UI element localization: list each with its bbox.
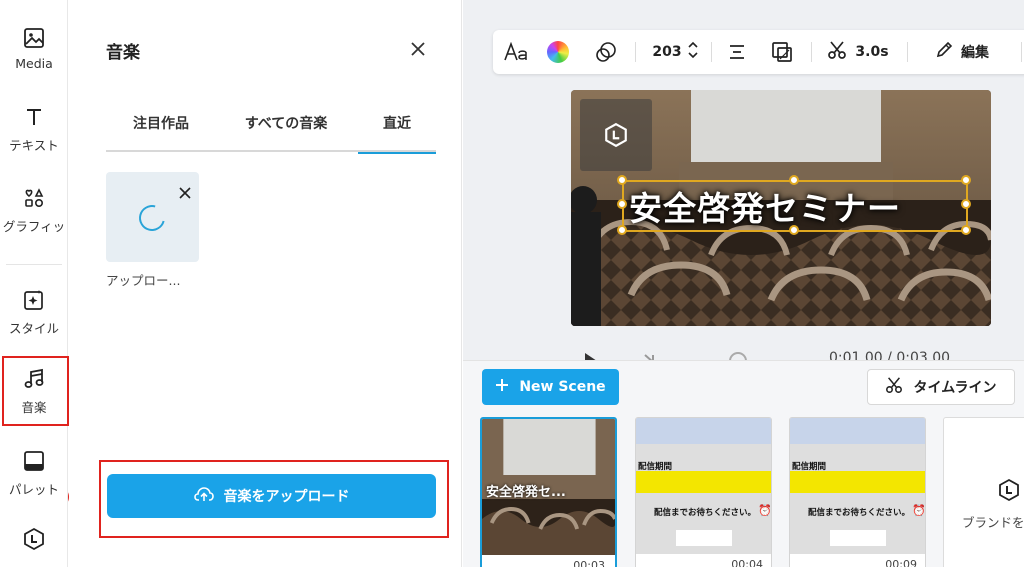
blurred-box (830, 530, 886, 546)
effects-icon[interactable] (589, 30, 623, 74)
video-canvas[interactable]: 安全啓発セミナー (571, 90, 991, 326)
uploading-track-card[interactable] (106, 172, 199, 262)
alarm-clock-icon: ⏰ (912, 504, 926, 517)
toolbar-divider (907, 42, 908, 62)
stepper-arrows-icon[interactable] (688, 41, 698, 63)
plus-icon (495, 378, 509, 396)
image-icon (22, 26, 46, 50)
resize-handle[interactable] (961, 175, 971, 185)
pencil-icon (935, 41, 953, 63)
yellow-band (636, 471, 771, 493)
loading-spinner-icon (134, 200, 170, 236)
brand-logo-icon (999, 478, 1019, 502)
music-panel: 音楽 注目作品 すべての音楽 直近 アップロー... 音楽をアップロード (69, 0, 462, 567)
music-tabs: 注目作品 すべての音楽 直近 (106, 104, 436, 154)
scene-1-duration: 00:03 (573, 559, 605, 567)
timeline-label: タイムライン (913, 380, 997, 396)
scene-2-message: 配信までお待ちください。 (654, 508, 757, 518)
rail-divider (6, 264, 62, 265)
scene-1-footer: 00:03 (482, 555, 615, 567)
new-scene-label: New Scene (519, 379, 606, 395)
new-scene-button[interactable]: New Scene (482, 369, 619, 405)
rail-item-palette[interactable]: パレット (0, 438, 68, 508)
rail-label-graphics: グラフィッ (2, 218, 66, 234)
resize-handle[interactable] (617, 175, 627, 185)
resize-handle[interactable] (617, 199, 627, 209)
scene-thumbnail-1[interactable]: 安全啓発セ... 00:03 (480, 417, 617, 567)
close-icon[interactable] (407, 38, 429, 60)
scene-thumbnail-2[interactable]: 配信期間 配信までお待ちください。 ⏰ 00:04 (635, 417, 772, 567)
font-icon[interactable] (499, 30, 533, 74)
duration-value: 3.0s (855, 44, 889, 60)
toolbar-divider (811, 42, 812, 62)
scene-2-footer: 00:04 (636, 554, 771, 567)
duration-control[interactable]: 3.0s (821, 30, 895, 74)
rail-item-brand[interactable] (0, 515, 68, 567)
scissors-icon (885, 376, 903, 398)
yellow-band (790, 471, 925, 493)
rail-item-text[interactable]: テキスト (0, 94, 68, 164)
resize-handle[interactable] (961, 199, 971, 209)
blurred-header (636, 418, 771, 444)
shapes-icon (22, 186, 46, 210)
tab-all-music[interactable]: すべての音楽 (218, 104, 354, 152)
tab-recent[interactable]: 直近 (358, 104, 436, 154)
brand-logo-icon (605, 122, 627, 148)
tab-featured[interactable]: 注目作品 (106, 104, 216, 152)
app-root: Media テキスト グラフィッ スタイル 音楽 パレット 音楽 注目作品 すべ… (0, 0, 1024, 567)
text-icon (22, 105, 46, 129)
rail-item-style[interactable]: スタイル (0, 277, 68, 347)
timeline-button[interactable]: タイムライン (867, 369, 1015, 405)
rail-label-palette: パレット (8, 481, 59, 497)
scene-1-overlay-text: 安全啓発セ... (486, 485, 566, 500)
font-size-value: 203 (652, 44, 682, 60)
blurred-header (790, 418, 925, 444)
sparkle-frame-icon (22, 288, 46, 312)
toolbar-divider (635, 42, 636, 62)
upload-music-button[interactable]: 音楽をアップロード (107, 474, 436, 518)
text-toolbar: 203 3.0s 編集 (493, 30, 1024, 74)
alarm-clock-icon: ⏰ (758, 504, 772, 517)
color-wheel-icon[interactable] (543, 30, 573, 74)
scene-thumbnail-3[interactable]: 配信期間 配信までお待ちください。 ⏰ 00:09 (789, 417, 926, 567)
resize-handle[interactable] (617, 225, 627, 235)
scene-3-duration: 00:09 (885, 558, 917, 567)
background-box-icon[interactable] (765, 30, 799, 74)
blurred-box (676, 530, 732, 546)
logo-placeholder[interactable] (580, 99, 652, 171)
left-rail: Media テキスト グラフィッ スタイル 音楽 パレット (0, 0, 69, 567)
music-highlight-frame (2, 356, 69, 426)
edit-button[interactable]: 編集 (917, 30, 1007, 74)
scene-2-preview: 配信期間 配信までお待ちください。 ⏰ (636, 418, 771, 554)
editor-area: 203 3.0s 編集 安全啓発セミナー 0:01.00 / 0:03.00 N… (463, 0, 1024, 567)
align-icon[interactable] (721, 30, 753, 74)
brand-card[interactable]: ブランドを (943, 417, 1024, 567)
rail-item-media[interactable]: Media (0, 13, 68, 83)
panel-title: 音楽 (106, 43, 140, 63)
rail-label-media: Media (15, 55, 53, 71)
scenes-strip: New Scene タイムライン 安全啓発セ... 00:03 配信期間 配信ま… (463, 360, 1024, 567)
toolbar-divider (711, 42, 712, 62)
cloud-upload-icon (193, 486, 214, 506)
scene-2-duration: 00:04 (731, 558, 763, 567)
rail-label-style: スタイル (8, 320, 59, 336)
toolbar-divider (1021, 42, 1022, 62)
scene-3-footer: 00:09 (790, 554, 925, 567)
brand-label: ブランドを (962, 515, 1024, 530)
resize-handle[interactable] (961, 225, 971, 235)
resize-handle[interactable] (789, 175, 799, 185)
remove-icon[interactable] (179, 184, 191, 199)
uploading-track-caption: アップロー... (106, 273, 181, 288)
scissors-icon (827, 40, 847, 64)
scene-3-message: 配信までお待ちください。 (808, 508, 911, 518)
rail-label-text: テキスト (9, 137, 59, 153)
scene-3-preview: 配信期間 配信までお待ちください。 ⏰ (790, 418, 925, 554)
palette-icon (22, 449, 46, 473)
brand-logo-icon (22, 527, 46, 551)
rail-item-graphics[interactable]: グラフィッ (0, 175, 68, 245)
resize-handle[interactable] (789, 225, 799, 235)
edit-label: 編集 (961, 45, 989, 61)
font-size-stepper[interactable]: 203 (645, 30, 705, 74)
upload-music-label: 音楽をアップロード (223, 489, 350, 505)
